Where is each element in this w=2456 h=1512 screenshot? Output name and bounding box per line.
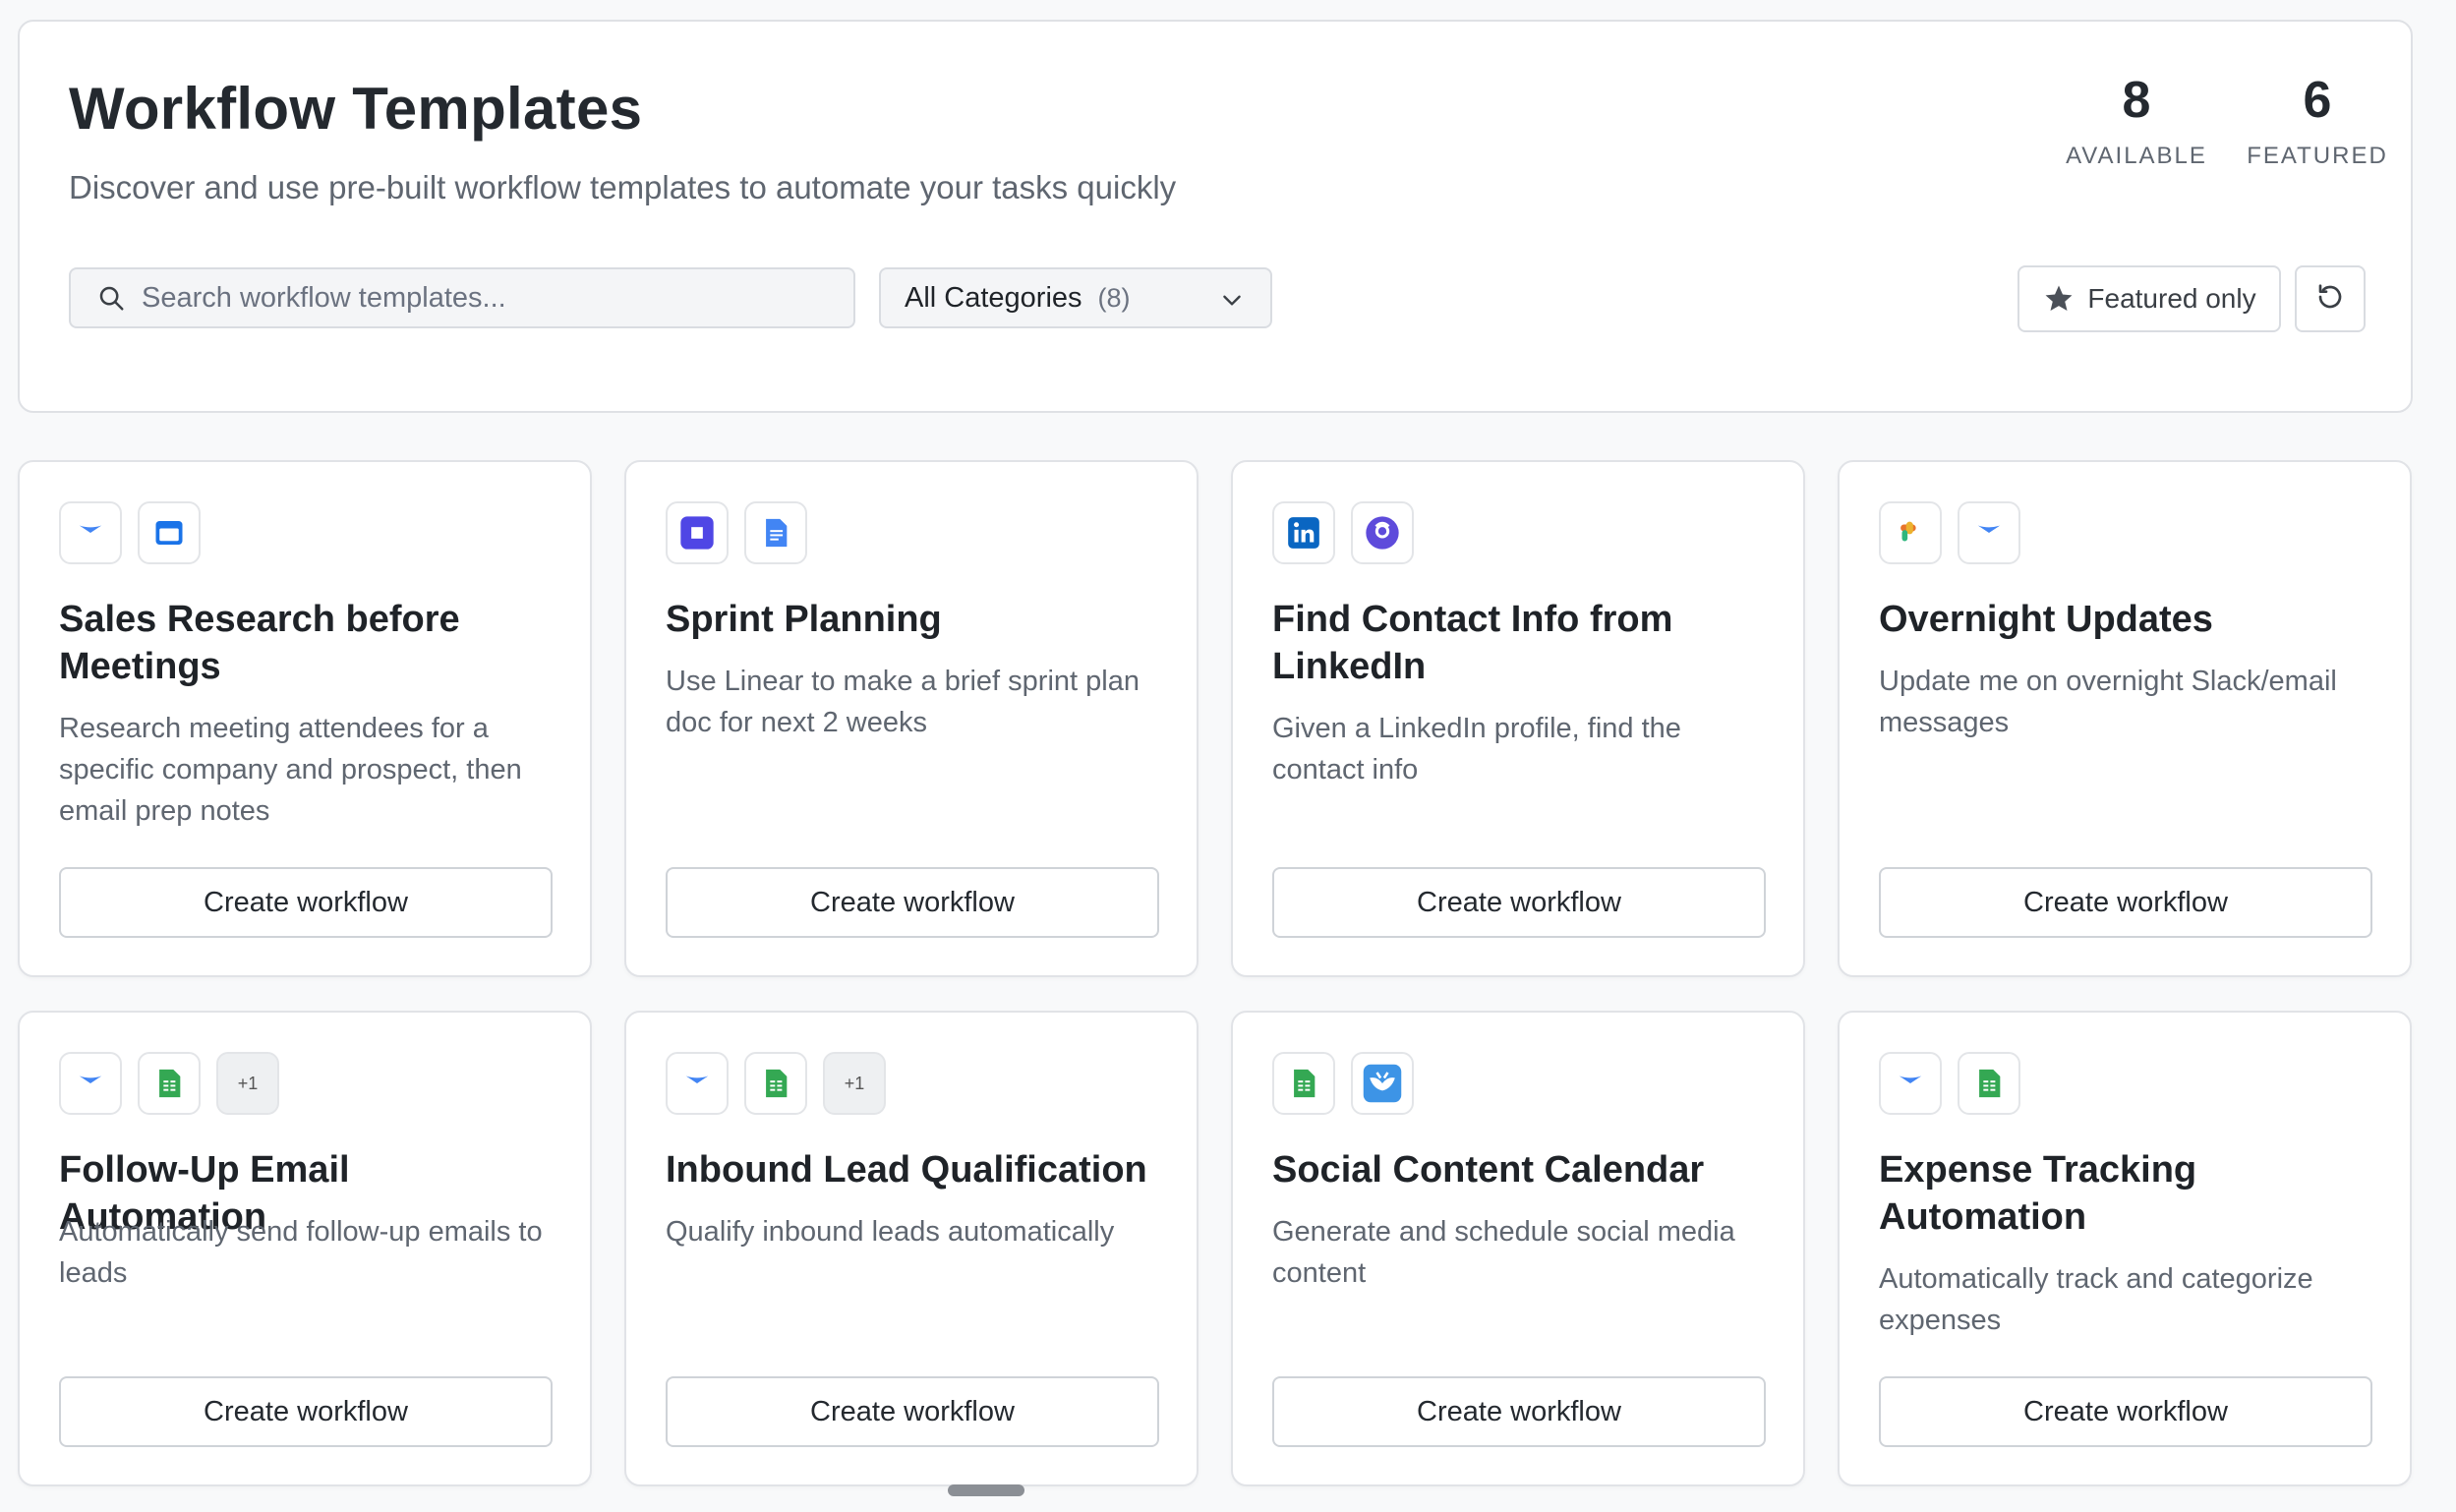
- template-card[interactable]: +1 Follow-Up Email Automation Automatica…: [18, 1011, 592, 1486]
- template-card[interactable]: Sales Research before Meetings Research …: [18, 460, 592, 977]
- card-title: Overnight Updates: [1879, 599, 2213, 640]
- page-title: Workflow Templates: [69, 76, 643, 142]
- template-card[interactable]: Sprint Planning Use Linear to make a bri…: [624, 460, 1199, 977]
- featured-only-button[interactable]: Featured only: [2017, 265, 2281, 332]
- card-description: Qualify inbound leads automatically: [666, 1216, 1115, 1248]
- create-workflow-button[interactable]: Create workflow: [1879, 1376, 2372, 1447]
- refresh-icon: [2314, 281, 2346, 318]
- card-title: Expense Tracking Automation: [1879, 1149, 2197, 1238]
- card-description: Automatically track and categorize expen…: [1879, 1263, 2313, 1336]
- card-title: Inbound Lead Qualification: [666, 1149, 1147, 1191]
- scroll-handle[interactable]: [948, 1484, 1024, 1496]
- category-count: (8): [1097, 282, 1131, 313]
- template-card[interactable]: Find Contact Info from LinkedIn Given a …: [1231, 460, 1805, 977]
- reset-filters-button[interactable]: [2295, 265, 2366, 332]
- bluesky-icon: [1351, 1052, 1414, 1115]
- google-sheets-icon: [744, 1052, 807, 1115]
- google-sheets-icon: [138, 1052, 201, 1115]
- gmail-icon: [1958, 501, 2020, 564]
- stat-available-label: AVAILABLE: [2066, 143, 2207, 170]
- stat-available: 8 AVAILABLE: [2043, 72, 2230, 170]
- chevron-down-icon: [1219, 287, 1245, 313]
- search-input[interactable]: [140, 280, 828, 316]
- template-card[interactable]: Overnight Updates Update me on overnight…: [1838, 460, 2412, 977]
- linkedin-icon: [1272, 501, 1335, 564]
- card-description: Automatically send follow-up emails to l…: [59, 1216, 543, 1289]
- gmail-icon: [59, 501, 122, 564]
- card-description: Generate and schedule social media conte…: [1272, 1216, 1735, 1289]
- card-title: Sales Research before Meetings: [59, 599, 460, 687]
- card-description: Use Linear to make a brief sprint plan d…: [666, 666, 1140, 738]
- card-description: Research meeting attendees for a specifi…: [59, 713, 522, 827]
- template-card[interactable]: +1 Inbound Lead Qualification Qualify in…: [624, 1011, 1199, 1486]
- template-card[interactable]: Expense Tracking Automation Automaticall…: [1838, 1011, 2412, 1486]
- card-title: Find Contact Info from LinkedIn: [1272, 599, 1673, 687]
- slack-icon: [1879, 501, 1942, 564]
- category-selected-label: All Categories: [905, 281, 1082, 314]
- more-integrations-badge: +1: [823, 1052, 886, 1115]
- create-workflow-button[interactable]: Create workflow: [1272, 867, 1766, 938]
- card-title: Sprint Planning: [666, 599, 942, 640]
- create-workflow-button[interactable]: Create workflow: [59, 1376, 553, 1447]
- linear-icon: [666, 501, 729, 564]
- gmail-icon: [1879, 1052, 1942, 1115]
- search-box[interactable]: [69, 267, 855, 328]
- create-workflow-button[interactable]: Create workflow: [1272, 1376, 1766, 1447]
- stat-available-value: 8: [2122, 72, 2151, 129]
- stat-featured-value: 6: [2303, 72, 2332, 129]
- create-workflow-button[interactable]: Create workflow: [59, 867, 553, 938]
- stat-featured: 6 FEATURED: [2234, 72, 2401, 170]
- search-icon: [94, 281, 128, 315]
- search-app-icon: [1351, 501, 1414, 564]
- create-workflow-button[interactable]: Create workflow: [666, 1376, 1159, 1447]
- template-card[interactable]: Social Content Calendar Generate and sch…: [1231, 1011, 1805, 1486]
- header-panel: Workflow Templates Discover and use pre-…: [18, 20, 2413, 413]
- create-workflow-button[interactable]: Create workflow: [666, 867, 1159, 938]
- page-subtitle: Discover and use pre-built workflow temp…: [69, 169, 1177, 205]
- star-icon: [2042, 282, 2076, 316]
- gmail-icon: [666, 1052, 729, 1115]
- category-select[interactable]: All Categories (8): [879, 267, 1272, 328]
- google-sheets-icon: [1958, 1052, 2020, 1115]
- stat-featured-label: FEATURED: [2247, 143, 2388, 170]
- calendar-icon: [138, 501, 201, 564]
- featured-only-label: Featured only: [2087, 283, 2256, 314]
- card-description: Given a LinkedIn profile, find the conta…: [1272, 713, 1681, 785]
- more-integrations-badge: +1: [216, 1052, 279, 1115]
- gmail-icon: [59, 1052, 122, 1115]
- google-docs-icon: [744, 501, 807, 564]
- create-workflow-button[interactable]: Create workflow: [1879, 867, 2372, 938]
- card-title: Social Content Calendar: [1272, 1149, 1705, 1191]
- google-sheets-icon: [1272, 1052, 1335, 1115]
- card-description: Update me on overnight Slack/email messa…: [1879, 666, 2337, 738]
